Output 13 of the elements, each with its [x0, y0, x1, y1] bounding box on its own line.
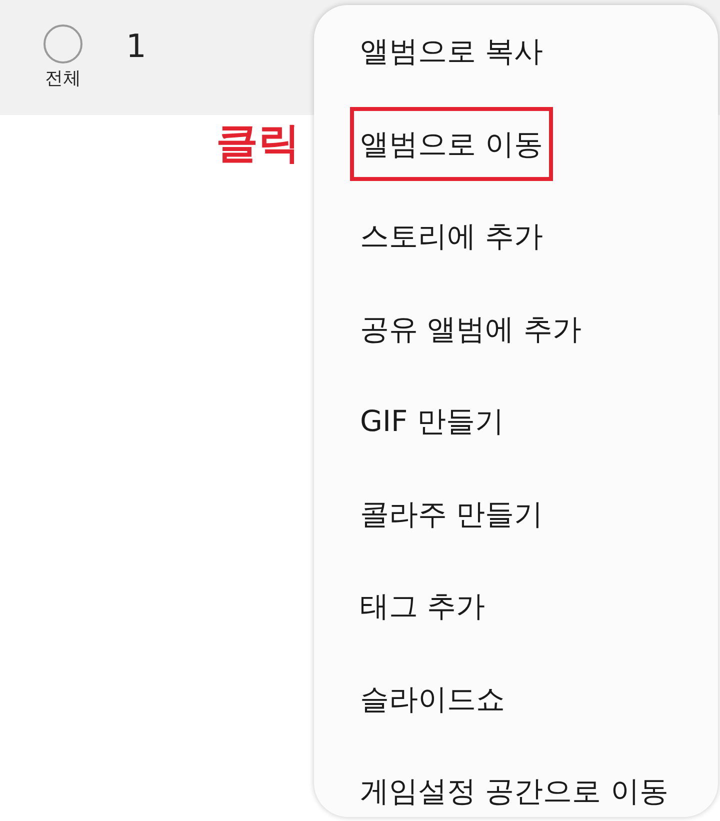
menu-item[interactable]: 앨범으로 복사 [350, 14, 554, 88]
menu-item[interactable]: 스토리에 추가 [350, 199, 554, 274]
selected-count: 1 [126, 28, 146, 64]
menu-item[interactable]: 공유 앨범에 추가 [350, 292, 592, 366]
menu-item[interactable]: 앨범으로 이동 [350, 106, 554, 181]
select-all-checkbox[interactable] [43, 24, 83, 64]
menu-item[interactable]: 슬라이드쇼 [350, 662, 515, 736]
select-all-label: 전체 [45, 68, 81, 90]
menu-item[interactable]: 태그 추가 [350, 569, 496, 644]
annotation-label: 클릭 [216, 117, 300, 169]
menu-item[interactable]: GIF 만들기 [350, 384, 514, 458]
menu-item[interactable]: 게임설정 공간으로 이동 [350, 754, 678, 821]
menu-item[interactable]: 콜라주 만들기 [350, 476, 554, 551]
